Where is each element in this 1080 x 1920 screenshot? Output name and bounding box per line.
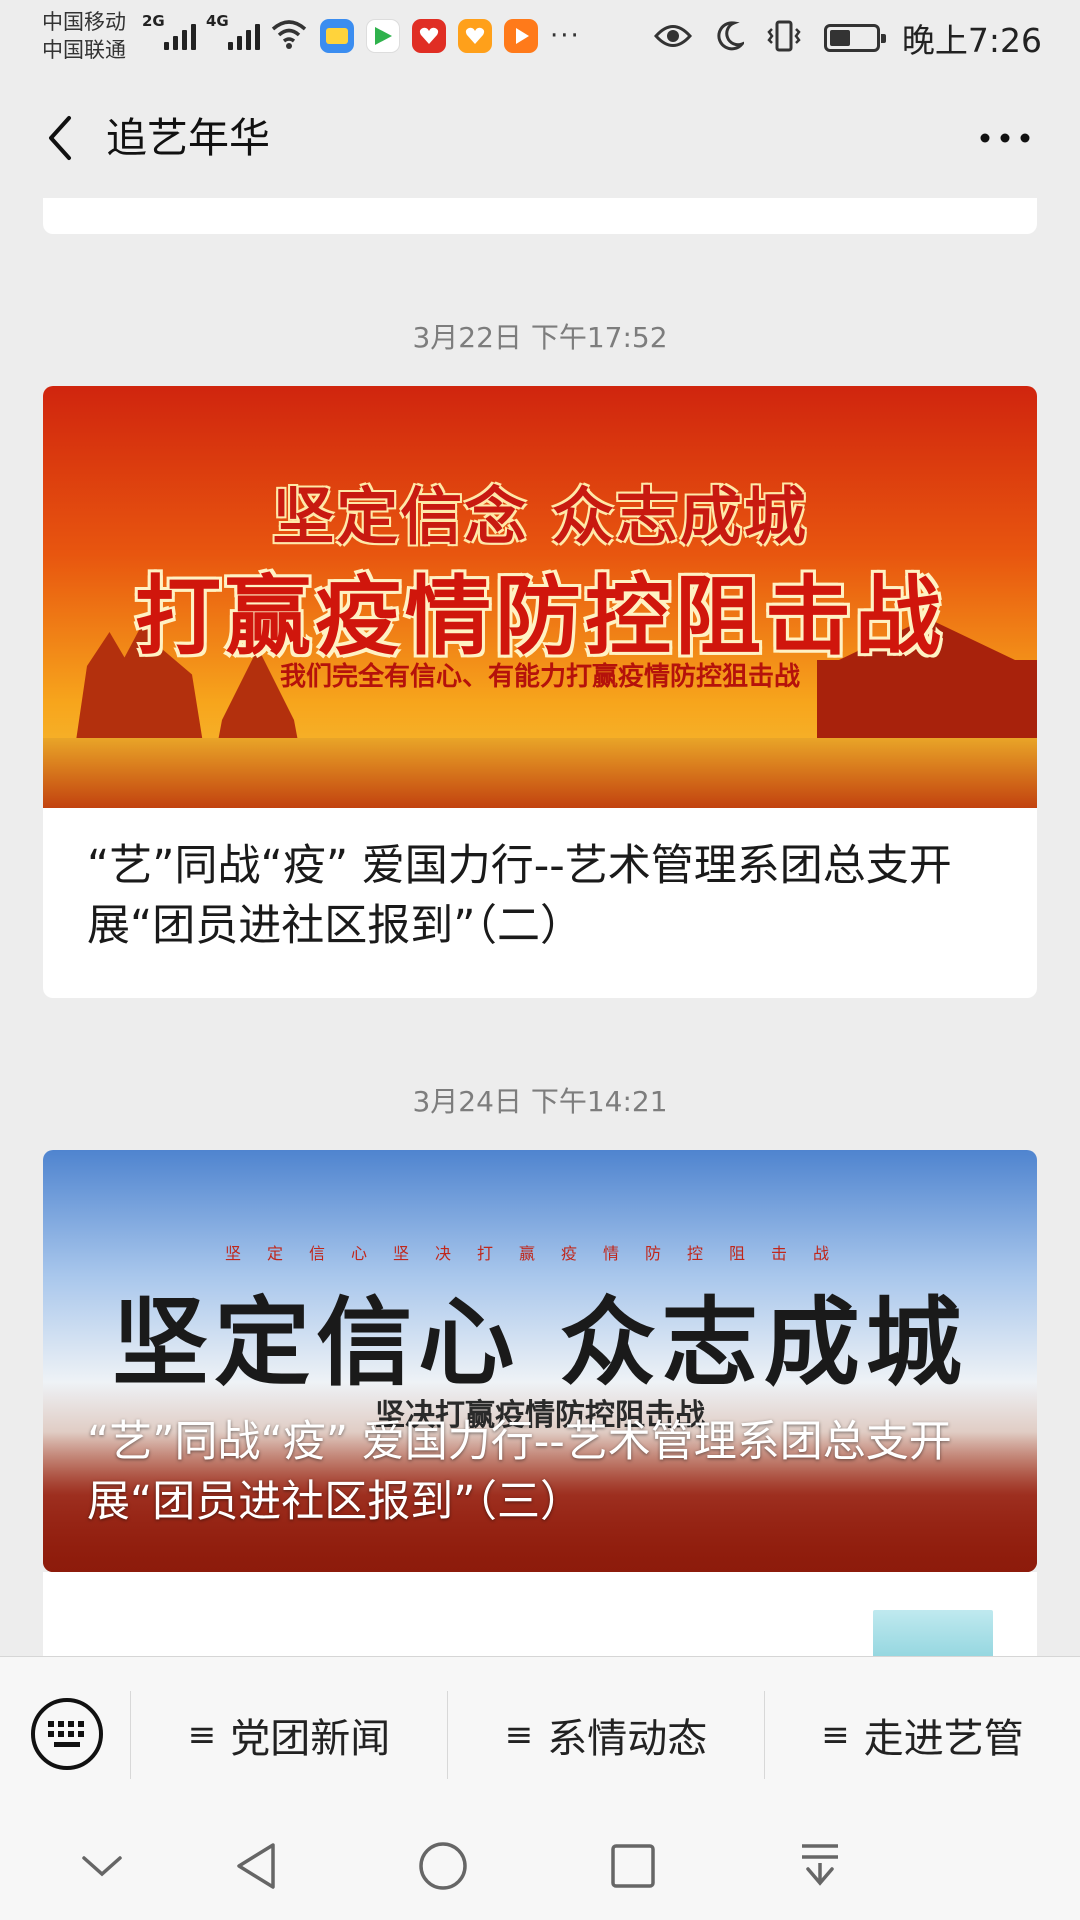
timestamp: 3月22日 下午17:52 [412, 321, 668, 354]
video-app-icon [366, 19, 400, 53]
home-circle-icon [419, 1842, 467, 1890]
menu-list-icon: ≡ [821, 1715, 850, 1755]
media-app-icon [504, 19, 538, 53]
official-account-menu: ≡ 党团新闻 ≡ 系情动态 ≡ 走进艺管 [0, 1656, 1080, 1812]
battery-icon [823, 24, 886, 52]
menu-item-party-news[interactable]: ≡ 党团新闻 [131, 1657, 447, 1813]
status-bar: 中国移动 中国联通 2G 4G ··· 晚上7:26 [0, 0, 1080, 78]
chevron-down-icon [82, 1856, 122, 1877]
article-card[interactable]: 坚定信念 众志成城 打赢疫情防控阻击战 我们完全有信心、有能力打赢疫情防控狙击战… [43, 386, 1037, 998]
banner-subline: 我们完全有信心、有能力打赢疫情防控狙击战 [279, 662, 800, 692]
article-cover-image: 坚定信念 众志成城 打赢疫情防控阻击战 我们完全有信心、有能力打赢疫情防控狙击战 [43, 386, 1037, 808]
article-title: “艺”同战“疫” 爱国力行--艺术管理系团总支开展“团员进社区报到”（二） [87, 841, 952, 951]
nav-bar: 追艺年华 [0, 78, 1080, 198]
sub-article-item[interactable] [43, 1572, 1037, 1658]
menu-list-icon: ≡ [187, 1715, 217, 1755]
menu-list-icon: ≡ [504, 1715, 534, 1755]
back-triangle-icon [237, 1843, 275, 1889]
battery-level [829, 30, 850, 46]
message-feed[interactable]: 3月22日 下午17:52 坚定信念 众志成城 打赢疫情防控阻击战 我们完全有信… [0, 198, 1080, 1658]
pinduoduo-app-icon [412, 19, 446, 53]
article-cover-image: 坚定信心坚决打赢疫情防控阻击战 坚定信心 众志成城 坚决打赢疫情防控阻击战 “艺… [43, 1150, 1037, 1572]
wifi-icon [270, 18, 308, 54]
menu-item-department-news[interactable]: ≡ 系情动态 [448, 1657, 764, 1813]
more-button[interactable] [970, 108, 1040, 168]
notification-pull-button[interactable] [790, 1836, 850, 1896]
signal-gen-label: 2G [142, 12, 165, 30]
more-dots-icon [980, 133, 1030, 143]
vibrate-icon [766, 19, 802, 57]
chevron-left-icon [49, 116, 71, 160]
system-back-button[interactable] [226, 1836, 286, 1896]
banner-ground [43, 738, 1037, 808]
menu-item-label: 走进艺管 [863, 1716, 1024, 1762]
menu-item-about[interactable]: ≡ 走进艺管 [765, 1657, 1080, 1813]
article-title: “艺”同战“疫” 爱国力行--艺术管理系团总支开展“团员进社区报到”（三） [87, 1417, 952, 1527]
menu-item-label: 党团新闻 [230, 1716, 391, 1762]
banner-headline: 坚定信心 众志成城 [112, 1287, 968, 1399]
wallet-app-icon [320, 19, 354, 53]
article-card[interactable]: 坚定信心坚决打赢疫情防控阻击战 坚定信心 众志成城 坚决打赢疫情防控阻击战 “艺… [43, 1150, 1037, 1572]
system-home-button[interactable] [413, 1836, 473, 1896]
notification-pull-icon [802, 1844, 838, 1886]
timestamp: 3月24日 下午14:21 [412, 1085, 668, 1118]
shop-app-icon [458, 19, 492, 53]
system-navigation-bar [0, 1812, 1080, 1920]
carrier-2: 中国联通 [42, 38, 126, 62]
hide-nav-button[interactable] [72, 1836, 132, 1896]
banner-small-text: 坚定信心坚决打赢疫情防控阻击战 [224, 1244, 855, 1263]
sub-article-thumbnail [873, 1610, 993, 1658]
banner-headline-2: 打赢疫情防控阻击战 [135, 567, 945, 667]
clock: 晚上7:26 [901, 21, 1042, 60]
keyboard-toggle-button[interactable] [28, 1695, 106, 1773]
recents-square-icon [611, 1844, 655, 1888]
carrier-1: 中国移动 [42, 10, 126, 34]
system-recents-button[interactable] [603, 1836, 663, 1896]
eye-icon [653, 23, 692, 53]
signal-gen-label: 4G [206, 12, 229, 30]
back-button[interactable] [30, 108, 90, 168]
more-notifications-icon: ··· [550, 21, 581, 51]
previous-article-card[interactable] [43, 198, 1037, 234]
status-app-icons: ··· [270, 18, 581, 54]
banner-headline-1: 坚定信念 众志成城 [272, 480, 808, 553]
moon-icon [714, 20, 747, 56]
carrier-names: 中国移动 中国联通 [42, 8, 142, 64]
page-title: 追艺年华 [106, 114, 270, 162]
menu-item-label: 系情动态 [547, 1716, 708, 1762]
status-right-cluster: 晚上7:26 [653, 14, 1042, 62]
keyboard-icon [31, 1698, 103, 1770]
